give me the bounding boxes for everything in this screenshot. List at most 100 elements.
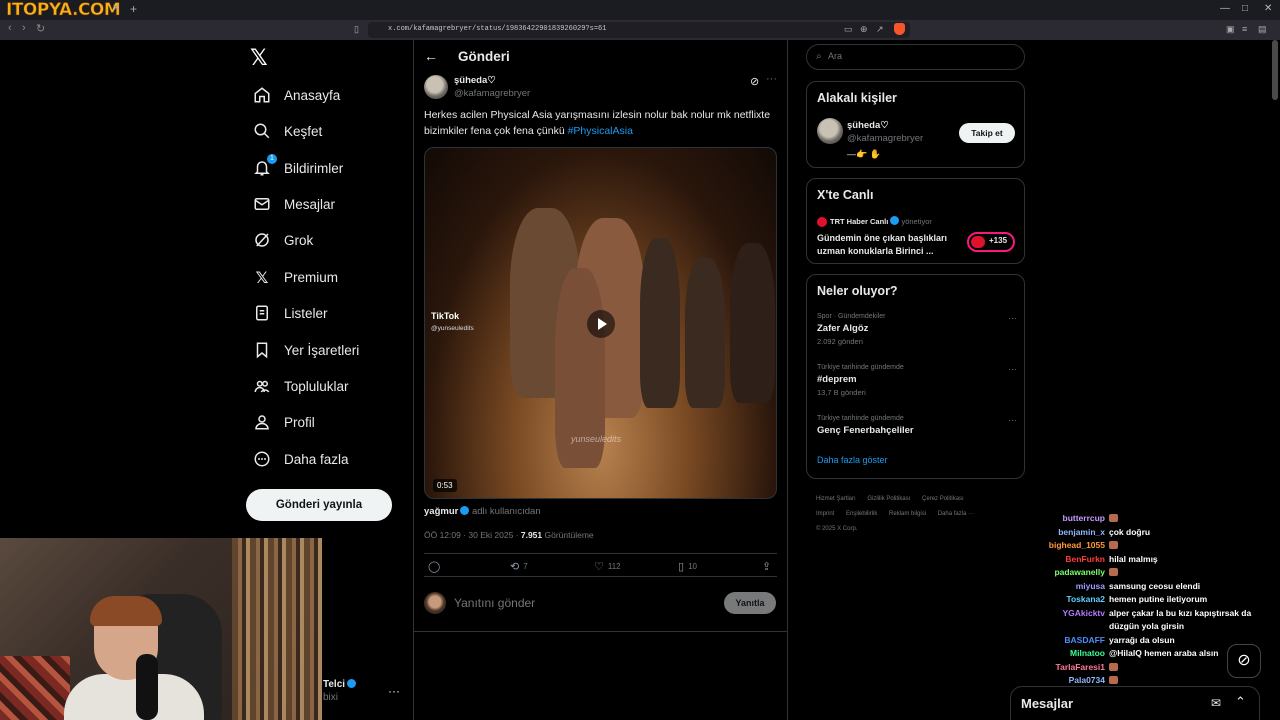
video-attribution[interactable]: yağmur adlı kullanıcıdan <box>424 506 541 517</box>
search-input[interactable] <box>828 51 1008 61</box>
chat-username[interactable]: butterrcup <box>1040 512 1106 525</box>
footer-link[interactable]: Çerez Politikası <box>922 496 964 502</box>
live-listeners-pill[interactable]: +135 <box>967 232 1015 252</box>
compose-message-icon[interactable]: ✉ <box>1211 696 1221 710</box>
author-name[interactable]: şüheda♡ <box>454 75 496 86</box>
account-handle: bixi <box>323 692 339 703</box>
trend-more-icon[interactable]: ··· <box>1008 415 1017 425</box>
nav-notifications[interactable]: 1 Bildirimler <box>252 154 343 181</box>
chat-emote-icon <box>1109 541 1118 549</box>
nav-home[interactable]: Anasayfa <box>252 82 340 108</box>
post-button[interactable]: Gönderi yayınla <box>246 489 392 521</box>
reload-icon[interactable]: ↻ <box>36 22 45 35</box>
nav-bookmarks[interactable]: Yer İşaretleri <box>252 337 359 363</box>
card-title: X'te Canlı <box>817 188 874 202</box>
related-handle[interactable]: @kafamagrebryer <box>847 133 923 144</box>
menu-icon[interactable]: ≡ <box>1242 24 1252 34</box>
nav-premium[interactable]: 𝕏 Premium <box>252 264 338 290</box>
post-more-icon[interactable]: ··· <box>766 73 777 85</box>
expand-icon[interactable]: ⌃ <box>1235 694 1246 710</box>
zoom-icon[interactable]: ⊕ <box>860 24 870 34</box>
trend-more-icon[interactable]: ··· <box>1008 313 1017 323</box>
chat-username[interactable]: BenFurkn <box>1040 553 1105 566</box>
chat-text: alper çakar la bu kızı kapıştırsak da <box>1109 607 1252 618</box>
related-bio: —👉 ✋ <box>847 149 881 159</box>
footer-link[interactable]: Daha fazla ··· <box>938 511 974 517</box>
nav-communities[interactable]: Topluluklar <box>252 373 349 399</box>
trend-item[interactable]: Spor · Gündemdekiler Zafer Algöz 2.092 g… <box>817 313 1017 346</box>
reply-input[interactable] <box>454 596 714 610</box>
reader-icon[interactable]: ▭ <box>844 24 854 34</box>
brave-shield-icon[interactable] <box>894 23 905 35</box>
forward-icon[interactable]: › <box>22 22 26 34</box>
nav-grok[interactable]: Grok <box>252 227 313 253</box>
author-avatar[interactable] <box>424 75 448 99</box>
live-host[interactable]: TRT Haber Canlı yönetiyor <box>830 216 932 226</box>
messages-drawer[interactable]: Mesajlar ✉ ⌃ <box>1010 686 1260 720</box>
author-handle[interactable]: @kafamagrebryer <box>454 88 530 99</box>
follow-button[interactable]: Takip et <box>959 123 1015 143</box>
footer-link[interactable]: Hizmet Şartları <box>816 496 856 502</box>
show-more-link[interactable]: Daha fazla göster <box>817 455 888 465</box>
repost-button[interactable]: ⟲ 7 <box>510 560 528 573</box>
related-avatar[interactable] <box>817 118 843 144</box>
trend-more-icon[interactable]: ··· <box>1008 364 1017 374</box>
related-name[interactable]: şüheda♡ <box>847 120 889 131</box>
maximize-icon[interactable]: □ <box>1242 3 1248 14</box>
chat-username[interactable]: bighead_1055 <box>1040 539 1105 552</box>
post-video[interactable]: TikTok @yunseuledits yunseuledits 0:53 <box>424 147 777 499</box>
video-watermark: yunseuledits <box>571 434 622 444</box>
grok-explain-icon[interactable]: ⊘ <box>750 75 759 88</box>
chat-username[interactable]: BASDAFF <box>1040 634 1105 647</box>
chat-message: YGAkicktv alper çakar la bu kızı kapıştır… <box>1040 607 1280 620</box>
chat-username[interactable]: YGAkicktv <box>1040 607 1105 620</box>
chat-username[interactable]: padawanelly <box>1040 566 1105 579</box>
chat-username[interactable]: TarlaFaresi1 <box>1040 661 1105 674</box>
post-text: Herkes acilen Physical Asia yarışmasını … <box>424 108 774 139</box>
account-switcher-name[interactable]: Telci <box>323 679 357 690</box>
nav-label: Yer İşaretleri <box>284 342 360 358</box>
bookmark-page-icon[interactable]: ▯ <box>354 24 364 34</box>
close-window-icon[interactable]: ✕ <box>1264 3 1272 14</box>
reply-submit-button[interactable]: Yanıtla <box>724 592 776 614</box>
nav-label: Listeler <box>284 305 328 321</box>
footer-link[interactable]: Erişilebilirlik <box>846 511 877 517</box>
share-icon[interactable]: ↗ <box>876 24 886 34</box>
hashtag-link[interactable]: #PhysicalAsia <box>568 125 633 137</box>
wallet-icon[interactable]: ▣ <box>1226 24 1236 34</box>
scrollbar[interactable] <box>1272 40 1278 100</box>
trend-item[interactable]: Türkiye tarihinde gündemde Genç Fenerbah… <box>817 415 1017 436</box>
chat-username[interactable]: miyusa <box>1040 580 1105 593</box>
live-host-name: TRT Haber Canlı <box>830 217 889 226</box>
live-topic[interactable]: Gündemin öne çıkan başlıkları uzman konu… <box>817 232 967 258</box>
chat-username[interactable]: benjamin_x <box>1040 526 1105 539</box>
nav-lists[interactable]: Listeler <box>252 300 328 326</box>
trend-item[interactable]: Türkiye tarihinde gündemde #deprem 13,7 … <box>817 364 1017 397</box>
like-button[interactable]: ♡ 112 <box>594 560 621 573</box>
footer-link[interactable]: Gizlilik Politikası <box>867 496 910 502</box>
tab-close-icon[interactable]: ✕ <box>112 3 120 14</box>
back-arrow-icon[interactable]: ← <box>424 48 438 64</box>
x-logo-icon[interactable]: 𝕏 <box>250 46 268 71</box>
chat-message: bighead_1055 <box>1040 539 1280 552</box>
grok-fab-icon[interactable]: ⊘ <box>1227 644 1261 678</box>
nav-profile[interactable]: Profil <box>252 409 315 435</box>
share-button[interactable]: ⇪ <box>762 560 775 573</box>
chat-username[interactable]: Milnatoo <box>1040 647 1105 660</box>
play-icon[interactable] <box>587 310 615 338</box>
reply-button[interactable]: ◯ <box>428 560 444 573</box>
new-tab-icon[interactable]: + <box>130 2 137 16</box>
sidebar-icon[interactable]: ▤ <box>1258 24 1268 34</box>
trend-count: 13,7 B gönderi <box>817 388 866 397</box>
back-icon[interactable]: ‹ <box>8 22 12 34</box>
nav-explore[interactable]: Keşfet <box>252 118 322 144</box>
minimize-icon[interactable]: — <box>1220 3 1230 14</box>
chat-username[interactable]: Toskana2 <box>1040 593 1105 606</box>
nav-messages[interactable]: Mesajlar <box>252 191 335 217</box>
account-more-icon[interactable]: ··· <box>388 684 400 698</box>
nav-more[interactable]: Daha fazla <box>252 446 349 472</box>
footer-link[interactable]: Imprint <box>816 511 834 517</box>
divider <box>413 631 788 632</box>
bookmark-button[interactable]: ▯ 10 <box>678 560 697 573</box>
footer-link[interactable]: Reklam bilgisi <box>889 511 926 517</box>
